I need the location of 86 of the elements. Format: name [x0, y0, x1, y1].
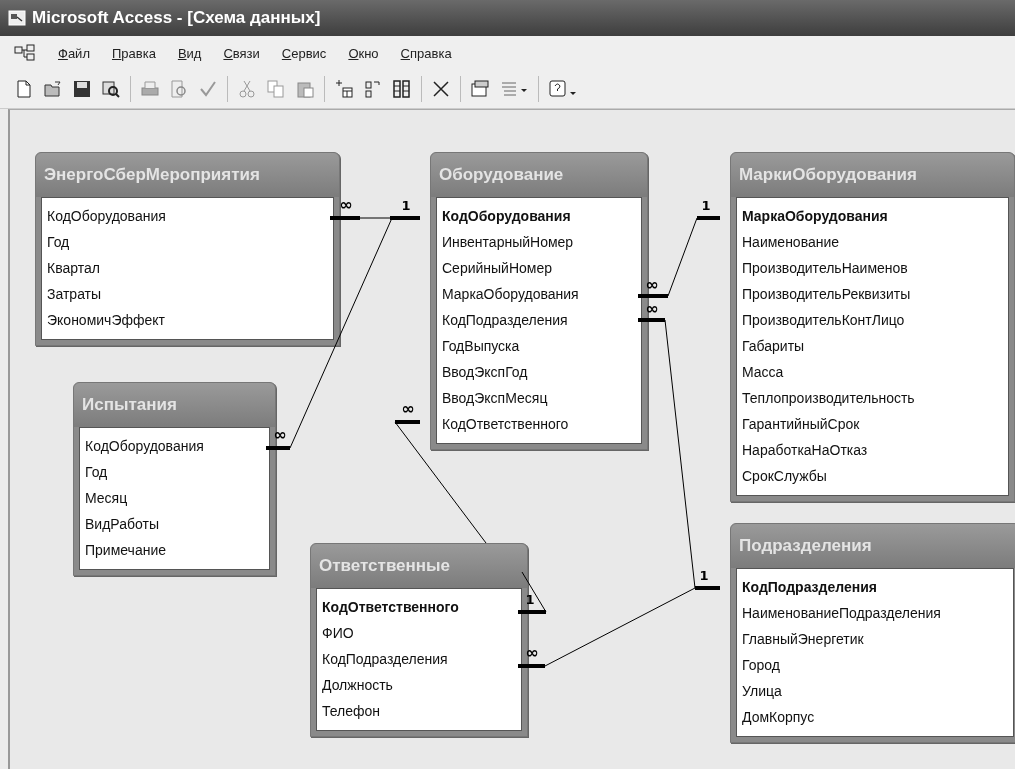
- field-name[interactable]: КодОтветственного: [322, 594, 521, 620]
- relationship-line[interactable]: [266, 217, 393, 450]
- relationship-line[interactable]: [638, 318, 720, 590]
- field-name[interactable]: ЭкономичЭффект: [47, 307, 333, 333]
- search-icon[interactable]: [101, 79, 121, 99]
- field-name[interactable]: ВводЭкспМесяц: [442, 385, 641, 411]
- field-name[interactable]: Должность: [322, 672, 521, 698]
- table-title: Оборудование: [431, 153, 647, 197]
- table-window[interactable]: Оборудование КодОборудования ИнвентарныйНомер СерийныйНомер МаркаОборудования КодПодразделения ГодВыпуска ВводЭкспГод ВводЭкспМесяц КодОтветственного: [430, 152, 648, 450]
- table-window[interactable]: МаркиОборудования МаркаОборудования Наименование ПроизводительНаименов ПроизводительРеквизиты ПроизводительКонтЛицо Габариты Масса Теплопроизводительность ГарантийныйСрок НаработкаНаОтказ СрокСлужбы: [730, 152, 1015, 502]
- field-name[interactable]: Год: [85, 459, 269, 485]
- field-name[interactable]: Город: [742, 652, 1013, 678]
- cardinality-label: 1: [699, 568, 709, 583]
- menu-item[interactable]: Файл: [58, 45, 90, 61]
- table-title: Испытания: [74, 383, 275, 427]
- field-name[interactable]: Месяц: [85, 485, 269, 511]
- field-name[interactable]: НаработкаНаОтказ: [742, 437, 1008, 463]
- field-name[interactable]: КодОтветственного: [442, 411, 641, 437]
- show-table-icon[interactable]: [334, 79, 354, 99]
- field-name[interactable]: Габариты: [742, 333, 1008, 359]
- new-document-icon[interactable]: [14, 79, 34, 99]
- table-window[interactable]: Ответственные КодОтветственного ФИО КодПодразделения Должность Телефон: [310, 543, 528, 737]
- field-name[interactable]: ВводЭкспГод: [442, 359, 641, 385]
- direct-relationships-icon[interactable]: [363, 79, 383, 99]
- help-dropdown-icon[interactable]: [548, 79, 578, 99]
- field-name[interactable]: ГодВыпуска: [442, 333, 641, 359]
- menu-item[interactable]: Справка: [400, 45, 452, 61]
- field-name[interactable]: МаркаОборудования: [442, 281, 641, 307]
- relationship-line[interactable]: [330, 216, 420, 220]
- cardinality-label: ∞: [339, 195, 353, 214]
- field-name[interactable]: ИнвентарныйНомер: [442, 229, 641, 255]
- field-name[interactable]: МаркаОборудования: [742, 203, 1008, 229]
- field-name[interactable]: Примечание: [85, 537, 269, 563]
- field-name[interactable]: ПроизводительНаименов: [742, 255, 1008, 281]
- windows-icon[interactable]: [470, 79, 490, 99]
- field-name[interactable]: СрокСлужбы: [742, 463, 1008, 489]
- field-name[interactable]: Год: [47, 229, 333, 255]
- menu-item[interactable]: Связи: [223, 45, 260, 61]
- field-name[interactable]: Квартал: [47, 255, 333, 281]
- field-name[interactable]: КодПодразделения: [322, 646, 521, 672]
- field-name[interactable]: Затраты: [47, 281, 333, 307]
- relationship-line[interactable]: [518, 587, 696, 668]
- delete-icon[interactable]: [431, 79, 451, 99]
- field-name[interactable]: ПроизводительРеквизиты: [742, 281, 1008, 307]
- clipboard-icon[interactable]: [295, 79, 315, 99]
- menu-item[interactable]: Окно: [348, 45, 379, 61]
- field-name[interactable]: ГлавныйЭнергетик: [742, 626, 1013, 652]
- table-title: Ответственные: [311, 544, 527, 588]
- table-title: Подразделения: [731, 524, 1015, 568]
- menu-item[interactable]: Сервис: [281, 45, 327, 61]
- field-name[interactable]: Масса: [742, 359, 1008, 385]
- table-title: МаркиОборудования: [731, 153, 1014, 197]
- field-name[interactable]: КодОборудования: [85, 433, 269, 459]
- field-name[interactable]: КодПодразделения: [742, 574, 1013, 600]
- spelling-check-icon[interactable]: [198, 79, 218, 99]
- field-name[interactable]: Наименование: [742, 229, 1008, 255]
- menu-item[interactable]: Вид: [177, 45, 202, 61]
- field-name[interactable]: Теплопроизводительность: [742, 385, 1008, 411]
- field-name[interactable]: Телефон: [322, 698, 521, 724]
- menu-item[interactable]: Правка: [111, 45, 156, 61]
- cardinality-label: 1: [701, 198, 711, 213]
- cardinality-label: ∞: [401, 399, 415, 418]
- print-preview-icon[interactable]: [169, 79, 189, 99]
- field-name[interactable]: ДомКорпус: [742, 704, 1013, 730]
- field-name[interactable]: Улица: [742, 678, 1013, 704]
- table-window[interactable]: ЭнергоСберМероприятия КодОборудования Год Квартал Затраты ЭкономичЭффект: [35, 152, 340, 346]
- relationship-line[interactable]: [638, 216, 720, 298]
- save-icon[interactable]: [72, 79, 92, 99]
- field-name[interactable]: НаименованиеПодразделения: [742, 600, 1013, 626]
- field-name[interactable]: ГарантийныйСрок: [742, 411, 1008, 437]
- field-name[interactable]: ВидРаботы: [85, 511, 269, 537]
- field-name[interactable]: ФИО: [322, 620, 521, 646]
- window-title: Microsoft Access - [Схема данных]: [32, 8, 321, 28]
- table-window[interactable]: Подразделения КодПодразделения НаименованиеПодразделения ГлавныйЭнергетик Город Улица ДомКорпус: [730, 523, 1015, 743]
- relationships-icon[interactable]: [14, 44, 36, 62]
- field-name[interactable]: КодОборудования: [442, 203, 641, 229]
- field-name[interactable]: КодПодразделения: [442, 307, 641, 333]
- field-name[interactable]: ПроизводительКонтЛицо: [742, 307, 1008, 333]
- table-window[interactable]: Испытания КодОборудования Год Месяц ВидРаботы Примечание: [73, 382, 276, 576]
- field-name[interactable]: СерийныйНомер: [442, 255, 641, 281]
- app-window-icon: [8, 10, 26, 26]
- field-name[interactable]: КодОборудования: [47, 203, 333, 229]
- table-title: ЭнергоСберМероприятия: [36, 153, 339, 197]
- open-folder-icon[interactable]: [43, 79, 63, 99]
- cardinality-label: 1: [401, 198, 411, 213]
- all-relationships-icon[interactable]: [392, 79, 412, 99]
